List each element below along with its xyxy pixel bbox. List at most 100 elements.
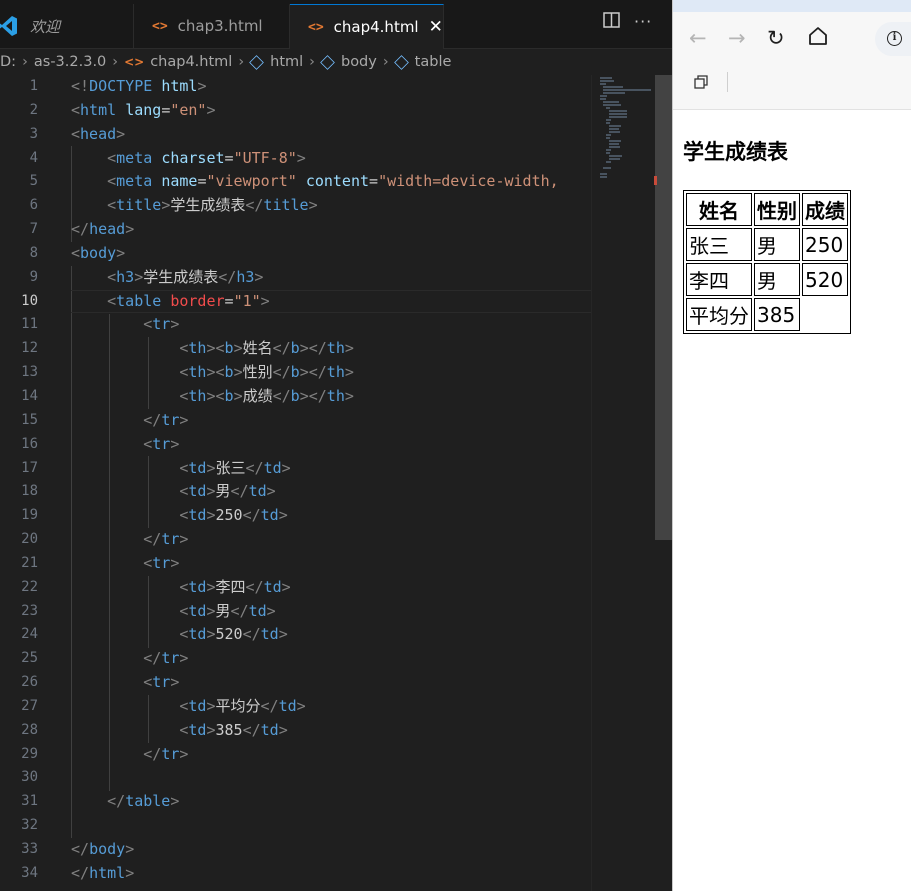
scrollbar-thumb[interactable] (655, 75, 672, 540)
code-line: <title>学生成绩表</title> (107, 196, 318, 215)
line-number: 34 (21, 864, 38, 881)
code-text: 385 (215, 720, 243, 739)
code-text: 姓名 (242, 339, 273, 358)
minimap-line (600, 173, 607, 175)
symbol-element-icon (393, 54, 409, 70)
code-line: <td>男</td> (179, 601, 276, 620)
minimap-line (603, 92, 625, 94)
code-text: 520 (215, 625, 243, 644)
line-number: 16 (21, 435, 38, 452)
minimap-line (609, 155, 622, 157)
chevron-right-icon: › (22, 54, 28, 70)
table-cell: 李四 (686, 263, 752, 296)
more-actions-icon[interactable]: ··· (634, 12, 652, 31)
code-editor[interactable]: 欢迎 <> chap3.html <> chap4.html ✕ ··· D: … (0, 0, 672, 891)
code-line: <meta name="viewport" content="width=dev… (107, 172, 559, 191)
line-number: 26 (21, 674, 38, 691)
chevron-right-icon: › (238, 54, 245, 70)
line-number: 13 (21, 364, 38, 381)
minimap[interactable] (591, 75, 656, 891)
info-icon[interactable]: i (887, 31, 902, 46)
breadcrumb-item[interactable]: chap4.html (150, 54, 232, 70)
minimap-line (603, 86, 623, 88)
minimap-line (609, 131, 620, 133)
minimap-line (603, 89, 651, 91)
vertical-scrollbar[interactable] (655, 75, 672, 891)
code-line: <th><b>姓名</b></th> (179, 339, 354, 358)
code-line: </tr> (143, 410, 189, 429)
code-text: 李四 (215, 577, 246, 596)
table-cell: 男 (754, 263, 800, 296)
line-number: 23 (21, 602, 38, 619)
code-line: <head> (71, 124, 126, 143)
tab-welcome[interactable]: 欢迎 (0, 4, 134, 48)
minimap-line (606, 122, 610, 124)
reload-icon[interactable]: ↻ (767, 26, 785, 50)
tab-label: chap3.html (177, 17, 263, 35)
line-number: 21 (21, 554, 38, 571)
minimap-line (609, 143, 619, 145)
line-number: 31 (21, 793, 38, 810)
code-string: "width=device-width, (378, 172, 559, 191)
symbol-element-icon (320, 54, 335, 70)
home-icon[interactable] (808, 26, 828, 46)
breadcrumb-item[interactable]: as-3.2.3.0 (34, 54, 106, 70)
table-header-cell: 姓名 (686, 193, 752, 226)
code-line: <td>520</td> (179, 625, 288, 644)
tab-chap3[interactable]: <> chap3.html (134, 4, 290, 48)
close-icon[interactable]: ✕ (429, 17, 443, 37)
score-table: 姓名 性别 成绩 张三 男 250 李四 男 520 平均分 385 (683, 190, 851, 334)
html-file-icon: <> (152, 18, 168, 34)
code-line: <td>张三</td> (179, 458, 291, 477)
code-line: <h3>学生成绩表</h3> (107, 267, 264, 286)
code-text: 性别 (242, 363, 273, 382)
back-arrow-icon[interactable]: ← (689, 26, 707, 50)
code-line: <th><b>成绩</b></th> (179, 386, 354, 405)
code-line: <tr> (143, 434, 180, 453)
table-row: 平均分 385 (686, 298, 848, 331)
code-line: <td>李四</td> (179, 577, 291, 596)
minimap-line (609, 125, 621, 127)
forward-arrow-icon[interactable]: → (728, 26, 746, 50)
minimap-line (603, 101, 619, 103)
breadcrumb-item[interactable]: body (341, 54, 377, 70)
code-text: 男 (215, 601, 231, 620)
split-editor-icon[interactable] (603, 12, 620, 32)
table-cell: 张三 (686, 228, 752, 261)
table-row: 张三 男 250 (686, 228, 848, 261)
line-number: 4 (29, 149, 38, 166)
line-number: 33 (21, 841, 38, 857)
address-bar[interactable]: i (875, 22, 911, 56)
table-header-cell: 性别 (754, 193, 800, 226)
minimap-line (606, 119, 611, 121)
code-line: <tr> (143, 553, 180, 572)
line-number: 30 (21, 769, 38, 786)
minimap-line (600, 80, 614, 82)
line-number: 28 (21, 721, 38, 738)
code-line: </html> (71, 863, 135, 882)
tab-actions-icon[interactable] (694, 75, 708, 93)
line-number: 6 (29, 197, 38, 214)
minimap-line (600, 98, 606, 100)
code-text: 平均分 (215, 696, 261, 715)
minimap-line (606, 161, 611, 163)
minimap-line (609, 146, 620, 148)
line-number: 8 (29, 244, 38, 261)
line-number: 14 (21, 387, 38, 404)
breadcrumb-item[interactable]: table (415, 54, 452, 70)
table-cell: 385 (754, 298, 800, 331)
tab-label: chap4.html (333, 18, 419, 36)
line-number: 27 (21, 697, 38, 714)
line-number: 25 (21, 650, 38, 667)
browser-tab-strip (673, 0, 911, 12)
browser-nav-bar: ← → ↻ i (673, 12, 911, 67)
tab-chap4[interactable]: <> chap4.html ✕ (290, 4, 444, 49)
code-text: 男 (215, 482, 231, 501)
table-header-cell: 成绩 (802, 193, 848, 226)
code-area[interactable]: <!DOCTYPE html> <html lang="en"> <head> … (71, 75, 591, 886)
code-text: 学生成绩表 (143, 267, 219, 286)
breadcrumb-item[interactable]: D: (0, 54, 16, 70)
line-number: 5 (29, 173, 38, 190)
breadcrumb-item[interactable]: html (270, 54, 303, 70)
